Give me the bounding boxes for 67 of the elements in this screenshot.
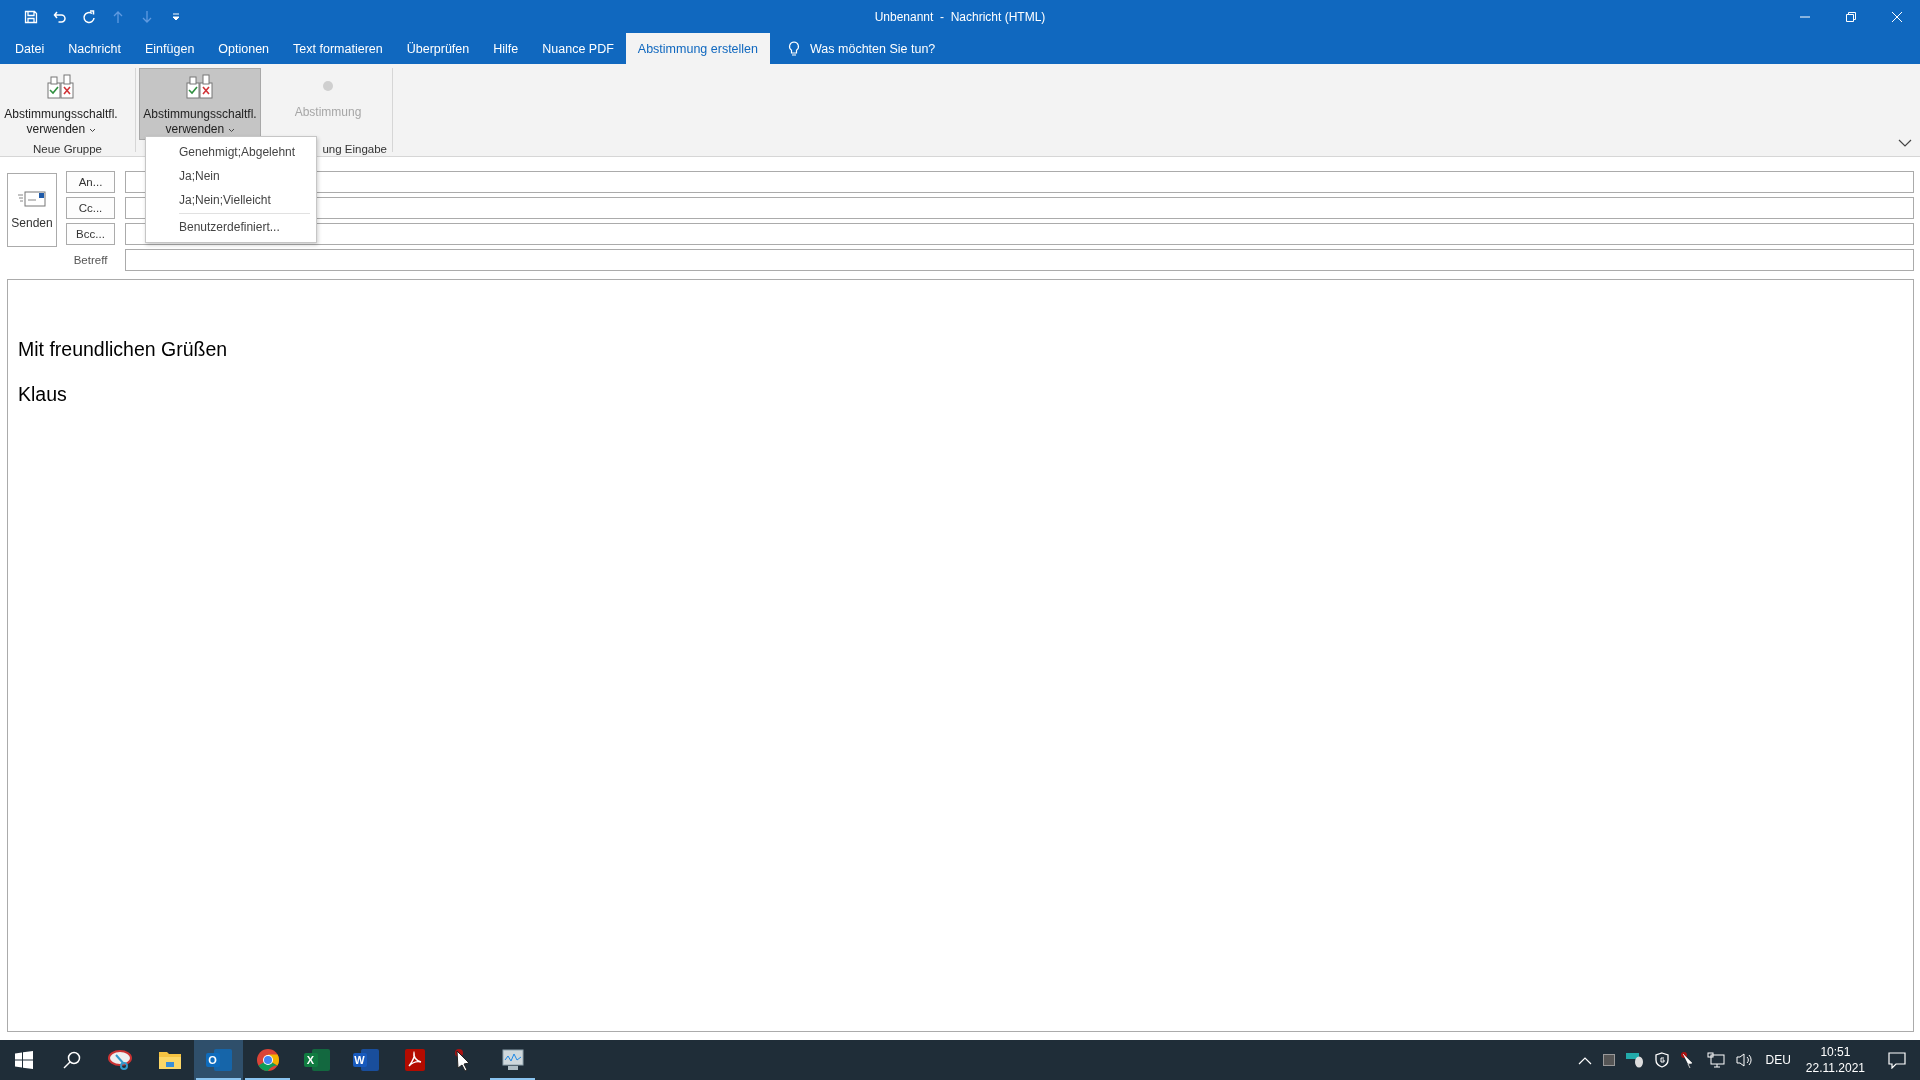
network-icon[interactable] — [1707, 1052, 1726, 1068]
ballot-box-icon — [46, 73, 76, 101]
ribbon-button[interactable]: Abstimmungsschaltfl. verwenden — [0, 68, 122, 140]
close-icon — [1891, 10, 1903, 23]
folder-icon — [157, 1050, 182, 1070]
envelope-icon — [17, 190, 47, 208]
clock-date[interactable]: 22.11.2021 — [1805, 1060, 1865, 1076]
dot-icon — [323, 81, 333, 91]
monitor-icon — [499, 1048, 526, 1072]
taskbar-app[interactable]: X — [292, 1040, 341, 1080]
ribbon-tab[interactable]: Nuance PDF — [530, 33, 626, 64]
search-icon — [63, 1051, 81, 1069]
arrow-down-icon — [140, 9, 153, 24]
language-indicator[interactable]: DEU — [1765, 1053, 1791, 1067]
caret-icon — [227, 128, 235, 133]
tell-me-placeholder: Was möchten Sie tun? — [810, 41, 936, 56]
shield-icon[interactable] — [1655, 1052, 1670, 1068]
ballot-box-icon — [185, 73, 215, 101]
notification-icon[interactable] — [1888, 1051, 1906, 1069]
square-icon[interactable] — [1603, 1054, 1616, 1066]
address-field[interactable] — [125, 171, 1914, 193]
group-label: Neue Gruppe — [31, 142, 103, 155]
taskbar-app[interactable]: W — [341, 1040, 390, 1080]
ribbon-tab[interactable]: Abstimmung erstellen — [625, 33, 771, 64]
undo-icon — [52, 9, 67, 24]
subject-label: Betreff — [72, 253, 109, 268]
chevron-up-icon[interactable] — [1578, 1055, 1593, 1065]
address-button[interactable]: An... — [66, 171, 115, 193]
restore-icon — [1845, 10, 1857, 23]
browser-icon — [255, 1048, 280, 1072]
ribbon-tab[interactable]: Optionen — [206, 33, 282, 64]
ribbon-tab[interactable]: Nachricht — [56, 33, 133, 64]
ribbon-tab[interactable]: Text formatieren — [281, 33, 395, 64]
address-button[interactable]: Bcc... — [66, 223, 115, 245]
ribbon-button[interactable]: Abstimmungsschaltfl. verwenden — [139, 68, 261, 140]
ribbon-tab[interactable]: Einfügen — [133, 33, 207, 64]
redo-icon — [81, 9, 96, 24]
arrow-up-icon — [111, 9, 124, 24]
ribbon-tab[interactable]: Datei — [3, 33, 57, 64]
pdf-icon — [403, 1048, 426, 1072]
tell-me-search[interactable]: Was möchten Sie tun? — [770, 33, 936, 64]
address-field[interactable] — [125, 223, 1914, 245]
menu-item[interactable]: Benutzerdefiniert... — [146, 215, 316, 239]
menu-item[interactable]: Ja;Nein — [146, 164, 316, 188]
caret-icon — [88, 128, 96, 133]
keyboard-mouse-icon[interactable] — [1626, 1052, 1645, 1068]
caret-icon — [170, 11, 181, 22]
windows-logo-icon — [15, 1051, 33, 1069]
taskbar-app[interactable]: O — [194, 1040, 243, 1080]
body-text: Mit freundlichen Grüßen — [18, 338, 228, 361]
send-button[interactable]: Senden — [7, 173, 57, 247]
collapse-ribbon-icon[interactable] — [1898, 139, 1912, 148]
lightbulb-icon — [788, 40, 801, 57]
body-text: Klaus — [18, 383, 67, 406]
address-field[interactable] — [125, 197, 1914, 219]
menu-item[interactable]: Genehmigt;Abgelehnt — [146, 140, 316, 164]
scissors-icon — [107, 1049, 134, 1071]
speaker-icon[interactable] — [1736, 1052, 1755, 1068]
subject-field[interactable] — [125, 249, 1914, 271]
address-button[interactable]: Cc... — [66, 197, 115, 219]
ribbon-tab[interactable]: Überprüfen — [394, 33, 482, 64]
message-body[interactable]: Mit freundlichen Grüßen Klaus — [7, 279, 1914, 1032]
window-title: Unbenannt - Nachricht (HTML) — [874, 9, 1046, 24]
clock-time[interactable]: 10:51 — [1820, 1044, 1851, 1060]
ribbon-tab[interactable]: Hilfe — [481, 33, 531, 64]
group-label: ung Eingabe — [321, 142, 388, 155]
menu-item[interactable]: Ja;Nein;Vielleicht — [146, 188, 316, 212]
